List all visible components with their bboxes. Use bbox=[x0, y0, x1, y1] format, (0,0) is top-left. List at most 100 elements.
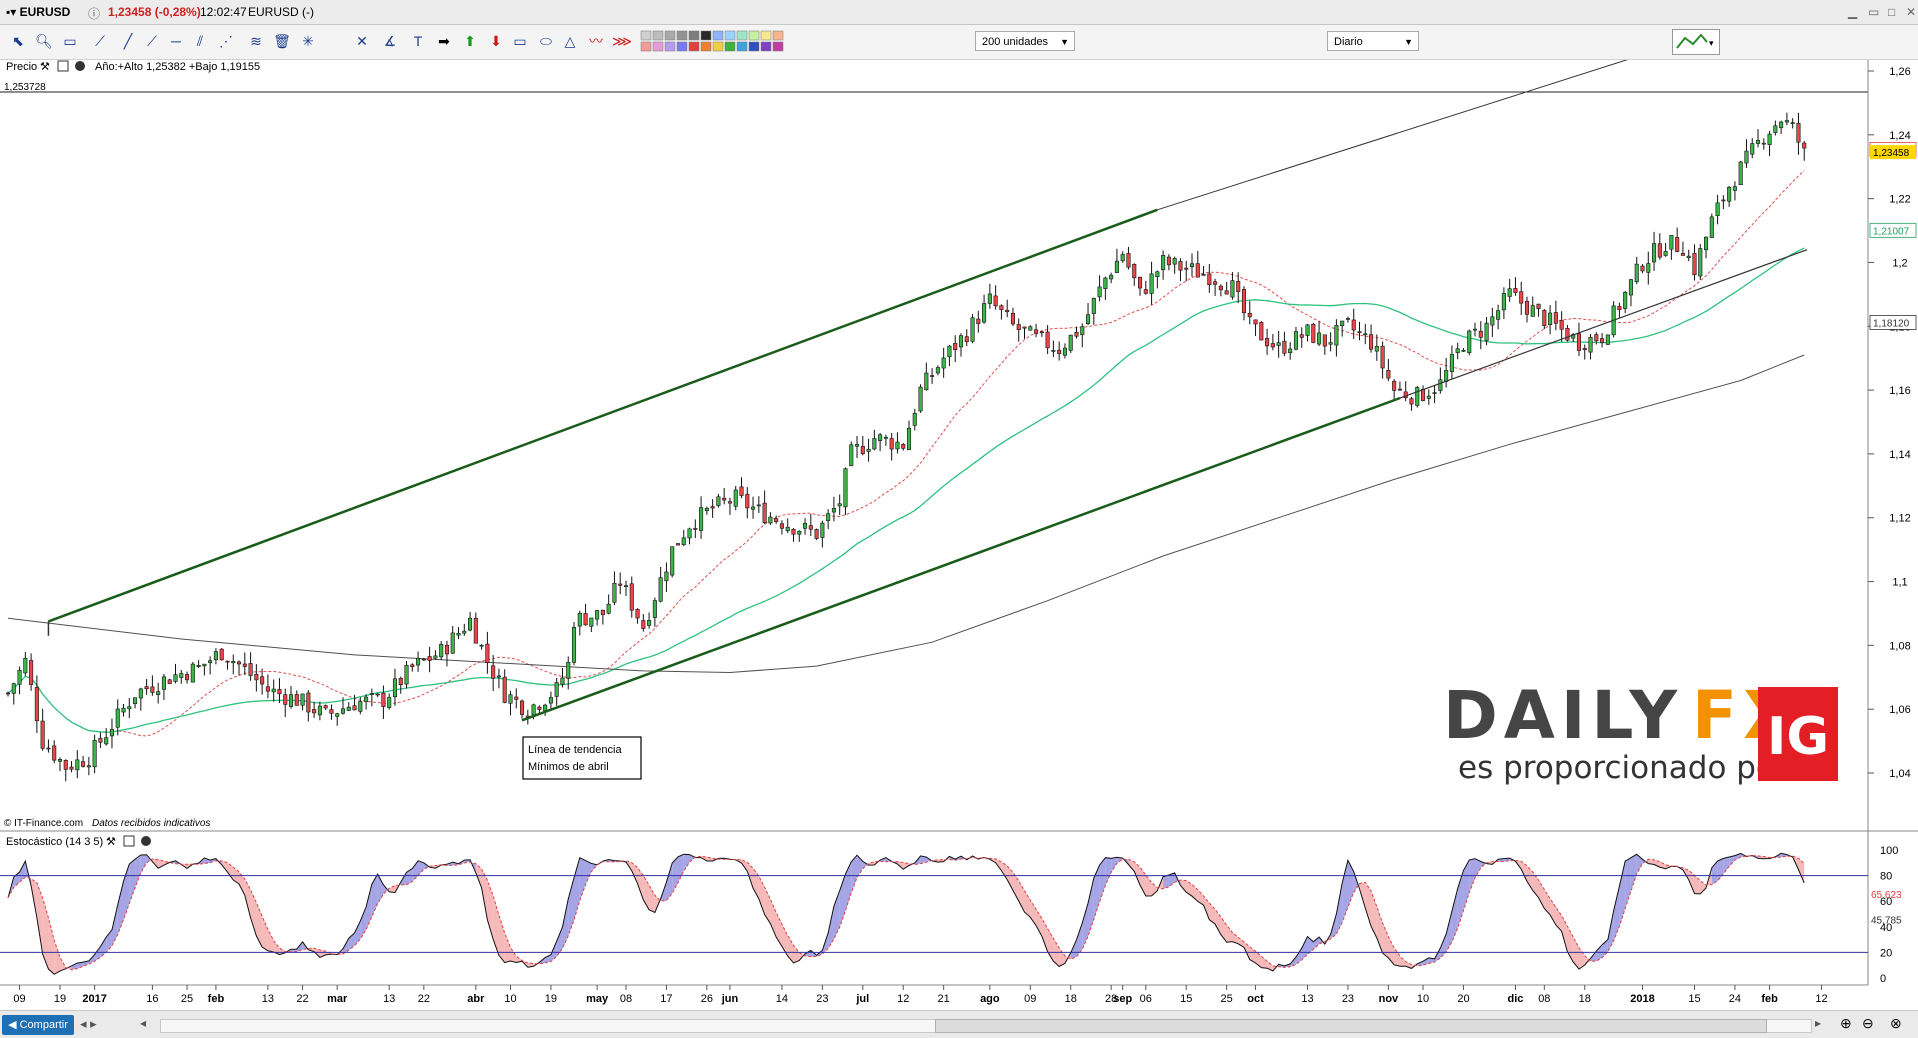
x-tick-label: 26 bbox=[701, 993, 713, 1005]
units-select[interactable]: 200 unidades ▼ bbox=[975, 31, 1075, 51]
zoom-reset-icon[interactable]: ⊗ bbox=[1890, 1015, 1902, 1032]
palette-swatch[interactable] bbox=[652, 41, 664, 52]
ma-mid-line[interactable] bbox=[7, 247, 1805, 733]
period-select[interactable]: Diario ▼ bbox=[1327, 31, 1419, 51]
arrow-right-icon[interactable]: ➡ bbox=[434, 31, 454, 51]
palette-swatch[interactable] bbox=[712, 41, 724, 52]
parallel-lines-icon[interactable]: ⫽ bbox=[190, 31, 210, 51]
ruler-diagonal-icon[interactable]: ⟋ bbox=[90, 31, 110, 51]
ma-fast-line[interactable] bbox=[36, 170, 1805, 737]
candle-down bbox=[618, 583, 623, 586]
trend-line-icon[interactable]: ⟋ bbox=[142, 31, 162, 51]
channel-lower-line[interactable] bbox=[521, 396, 1401, 722]
trendline-annotation[interactable]: Línea de tendencia Mínimos de abril bbox=[522, 736, 642, 780]
zoom-icon[interactable]: 🔍︎ bbox=[34, 31, 54, 51]
palette-swatch[interactable] bbox=[772, 30, 784, 41]
cross-icon[interactable]: ✕ bbox=[352, 31, 372, 51]
channel-icon[interactable]: ⋰ bbox=[216, 31, 236, 51]
channel-lower-extension[interactable] bbox=[1399, 249, 1808, 399]
maximize-icon[interactable]: □ bbox=[1888, 5, 1895, 19]
palette-swatch[interactable] bbox=[760, 41, 772, 52]
stoch-fill bbox=[360, 906, 367, 940]
close-panel-icon[interactable] bbox=[141, 836, 151, 846]
palette-swatch[interactable] bbox=[724, 41, 736, 52]
restore-icon[interactable]: ▭ bbox=[1868, 5, 1879, 19]
price-tag: 1,23458 bbox=[1873, 148, 1910, 159]
candle-up bbox=[121, 707, 126, 713]
ruler-icon[interactable]: ▭ bbox=[60, 31, 80, 51]
candle-up bbox=[335, 713, 340, 717]
palette-swatch[interactable] bbox=[748, 41, 760, 52]
palette-swatch[interactable] bbox=[760, 30, 772, 41]
y-tick-label: 1,22 bbox=[1889, 194, 1910, 206]
wrench-icon[interactable]: ⚒ bbox=[40, 61, 50, 73]
triangle-icon[interactable]: △ bbox=[560, 31, 580, 51]
trend-channel[interactable] bbox=[47, 60, 1808, 722]
arrow-up-icon[interactable]: ⬆ bbox=[460, 31, 480, 51]
candle-up bbox=[1472, 328, 1478, 331]
info-icon[interactable]: ⓘ bbox=[88, 5, 100, 22]
palette-swatch[interactable] bbox=[652, 30, 664, 41]
palette-swatch[interactable] bbox=[700, 41, 712, 52]
close-panel-icon[interactable] bbox=[75, 61, 85, 71]
palette-swatch[interactable] bbox=[676, 30, 688, 41]
candle-up bbox=[687, 528, 692, 539]
palette-swatch[interactable] bbox=[664, 41, 676, 52]
palette-swatch[interactable] bbox=[640, 41, 652, 52]
candle-up bbox=[133, 697, 138, 705]
scroll-left-icon[interactable]: ◂ bbox=[140, 1016, 146, 1030]
palette-swatch[interactable] bbox=[724, 30, 736, 41]
candle-up bbox=[1634, 263, 1639, 283]
palette-swatch[interactable] bbox=[676, 41, 688, 52]
fibonacci-icon[interactable]: ≋ bbox=[246, 31, 266, 51]
x-tick-label: 12 bbox=[1815, 993, 1827, 1005]
candle-up bbox=[416, 657, 421, 666]
gann-icon[interactable]: ✳ bbox=[298, 31, 318, 51]
candle-down bbox=[1392, 380, 1397, 391]
ellipse-icon[interactable]: ⬭ bbox=[536, 31, 556, 51]
color-palette-icon[interactable] bbox=[640, 30, 788, 54]
palette-swatch[interactable] bbox=[688, 30, 700, 41]
horizontal-line-icon[interactable]: ─ bbox=[166, 31, 186, 51]
scrollbar-thumb[interactable] bbox=[935, 1019, 1767, 1033]
window-icon[interactable] bbox=[123, 835, 135, 847]
stoch-fill bbox=[1226, 925, 1233, 943]
wrench-icon[interactable]: ⚒ bbox=[106, 836, 116, 848]
scroll-right-icon[interactable]: ▸ bbox=[1815, 1016, 1821, 1030]
zoom-out-icon[interactable]: ⊖ bbox=[1862, 1015, 1874, 1032]
stoch-fill bbox=[267, 929, 274, 953]
palette-swatch[interactable] bbox=[700, 30, 712, 41]
close-icon[interactable]: ✕ bbox=[1906, 5, 1916, 19]
ma-slow-line[interactable] bbox=[7, 354, 1805, 674]
x-tick-label: abr bbox=[467, 993, 485, 1005]
instrument-menu[interactable]: ▪▾ EURUSD bbox=[6, 5, 70, 19]
palette-swatch[interactable] bbox=[736, 41, 748, 52]
palette-swatch[interactable] bbox=[712, 30, 724, 41]
palette-swatch[interactable] bbox=[748, 30, 760, 41]
trash-icon[interactable]: 🗑︎ bbox=[272, 31, 292, 51]
cursor-icon[interactable]: ⬉ bbox=[8, 31, 28, 51]
channel-upper-extension[interactable] bbox=[1157, 60, 1636, 211]
stoch-k-line[interactable] bbox=[7, 852, 1805, 975]
share-button[interactable]: ◀ Compartir bbox=[2, 1015, 74, 1035]
palette-swatch[interactable] bbox=[772, 41, 784, 52]
chart-area[interactable]: Precio ⚒ Año:+Alto 1,25382 +Bajo 1,19155… bbox=[0, 60, 1918, 1010]
window-icon[interactable] bbox=[57, 60, 69, 72]
minimize-icon[interactable]: ▁ bbox=[1848, 5, 1857, 19]
palette-swatch[interactable] bbox=[736, 30, 748, 41]
palette-swatch[interactable] bbox=[688, 41, 700, 52]
pitchfork-icon[interactable]: ⋙ bbox=[612, 31, 632, 51]
chart-type-icon[interactable]: ▾ bbox=[1672, 29, 1720, 55]
arrow-down-icon[interactable]: ⬇ bbox=[486, 31, 506, 51]
palette-swatch[interactable] bbox=[640, 30, 652, 41]
zoom-in-icon[interactable]: ⊕ bbox=[1840, 1015, 1852, 1032]
nav-prev-icon[interactable]: ◂ ▸ bbox=[80, 1016, 97, 1032]
angle-icon[interactable]: ∡ bbox=[380, 31, 400, 51]
text-tool-icon[interactable]: T bbox=[408, 31, 428, 51]
rectangle-icon[interactable]: ▭ bbox=[510, 31, 530, 51]
wave-icon[interactable]: 〰 bbox=[586, 31, 606, 51]
channel-upper-line[interactable] bbox=[47, 208, 1158, 623]
palette-swatch[interactable] bbox=[664, 30, 676, 41]
draw-line-icon[interactable]: ╱ bbox=[118, 31, 138, 51]
stoch-fill bbox=[1041, 918, 1048, 952]
